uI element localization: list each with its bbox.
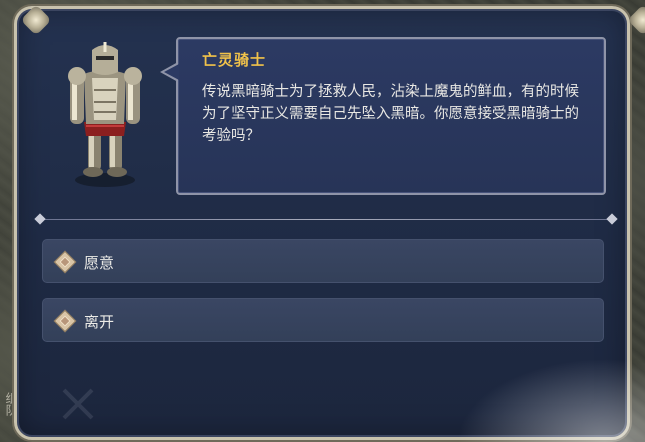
dialog-text: 传说黑暗骑士为了拯救人民，沾染上魔鬼的鲜血，有的时候为了坚守正义需要自己先坠入黑…: [202, 84, 579, 144]
option-leave-button[interactable]: 离开: [42, 298, 604, 342]
option-accept-button[interactable]: 愿意: [42, 239, 604, 283]
speech-bubble-tail-fill: [164, 64, 179, 80]
diamond-icon: [53, 250, 77, 274]
divider-line: [44, 219, 608, 220]
option-label: 愿意: [84, 254, 115, 272]
crossed-swords-icon: [62, 388, 94, 420]
undead-knight-portrait: [68, 42, 142, 187]
diamond-icon: [53, 309, 77, 333]
speech-bubble: 亡灵骑士 传说黑暗骑士为了拯救人民，沾染上魔鬼的鲜血，有的时候为了坚守正义需要自…: [176, 37, 606, 195]
speaker-name: 亡灵骑士: [202, 51, 267, 69]
section-divider: [34, 213, 618, 225]
option-label: 离开: [84, 313, 115, 331]
frame-corner-ornament: [20, 4, 52, 36]
